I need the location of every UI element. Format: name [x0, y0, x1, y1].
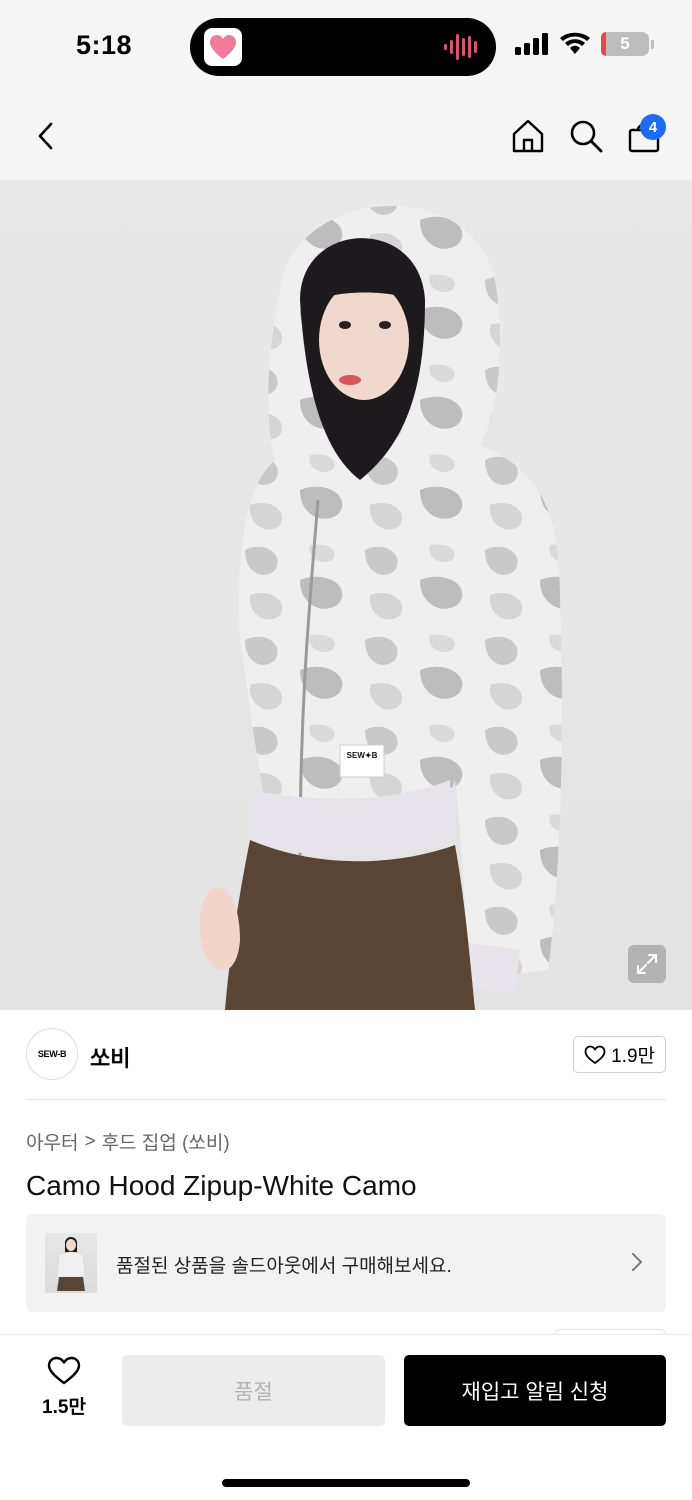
battery-tip: [651, 39, 654, 49]
search-icon: [570, 120, 603, 153]
breadcrumb-category[interactable]: 아우터: [26, 1128, 78, 1155]
nav-bar: [0, 94, 692, 180]
search-button[interactable]: [566, 116, 606, 156]
brand-name[interactable]: 쏘비: [90, 1041, 130, 1073]
status-bar: 5:18 5: [0, 0, 692, 94]
product-title: Camo Hood Zipup-White Camo: [26, 1170, 417, 1201]
expand-icon: [637, 954, 657, 974]
brand-row: SEW-B 쏘비 1.9만: [26, 1028, 666, 1080]
heart-app-icon: [204, 28, 242, 66]
divider: [26, 1099, 666, 1100]
heart-outline-icon: [47, 1356, 81, 1385]
cellular-signal-icon: [515, 33, 548, 55]
dynamic-island: [190, 18, 496, 76]
status-icons: 5: [515, 32, 654, 56]
soldout-banner[interactable]: 품절된 상품을 솔드아웃에서 구매해보세요.: [26, 1214, 666, 1312]
expand-image-button[interactable]: [628, 945, 666, 983]
home-button[interactable]: [508, 116, 548, 156]
brand-like-button[interactable]: 1.9만: [573, 1036, 666, 1073]
breadcrumb-subcategory[interactable]: 후드 집업 (쏘비): [102, 1128, 230, 1155]
breadcrumb-separator: >: [84, 1130, 96, 1152]
battery-level: 5: [620, 34, 630, 53]
home-indicator: [222, 1479, 470, 1487]
product-image[interactable]: SEW✦B: [0, 180, 692, 1010]
like-count: 1.5만: [42, 1397, 86, 1418]
brand-logo-text: SEW-B: [37, 1049, 67, 1059]
product-photo: SEW✦B: [199, 205, 562, 1010]
garment-logo-tag: SEW✦B: [347, 751, 378, 760]
chevron-left-icon: [38, 122, 53, 150]
brand-logo[interactable]: SEW-B: [26, 1028, 78, 1080]
like-button[interactable]: 1.5만: [34, 1356, 94, 1422]
cart-count-badge: 4: [640, 114, 666, 140]
soldout-banner-text: 품절된 상품을 솔드아웃에서 구매해보세요.: [116, 1256, 452, 1277]
restock-alert-button[interactable]: 재입고 알림 신청: [404, 1355, 666, 1426]
soldout-thumbnail: [45, 1233, 97, 1293]
back-button[interactable]: [26, 116, 66, 156]
brand-like-count: 1.9만: [611, 1046, 655, 1067]
soldout-button: 품절: [122, 1355, 385, 1426]
breadcrumb: 아우터 > 후드 집업 (쏘비): [26, 1128, 230, 1155]
chevron-right-icon: [630, 1250, 644, 1279]
home-icon: [512, 119, 544, 153]
heart-outline-icon: [584, 1045, 606, 1064]
wifi-icon: [560, 32, 590, 54]
audio-wave-icon: [444, 32, 480, 67]
battery-icon: 5: [601, 32, 649, 56]
status-time: 5:18: [76, 30, 133, 60]
